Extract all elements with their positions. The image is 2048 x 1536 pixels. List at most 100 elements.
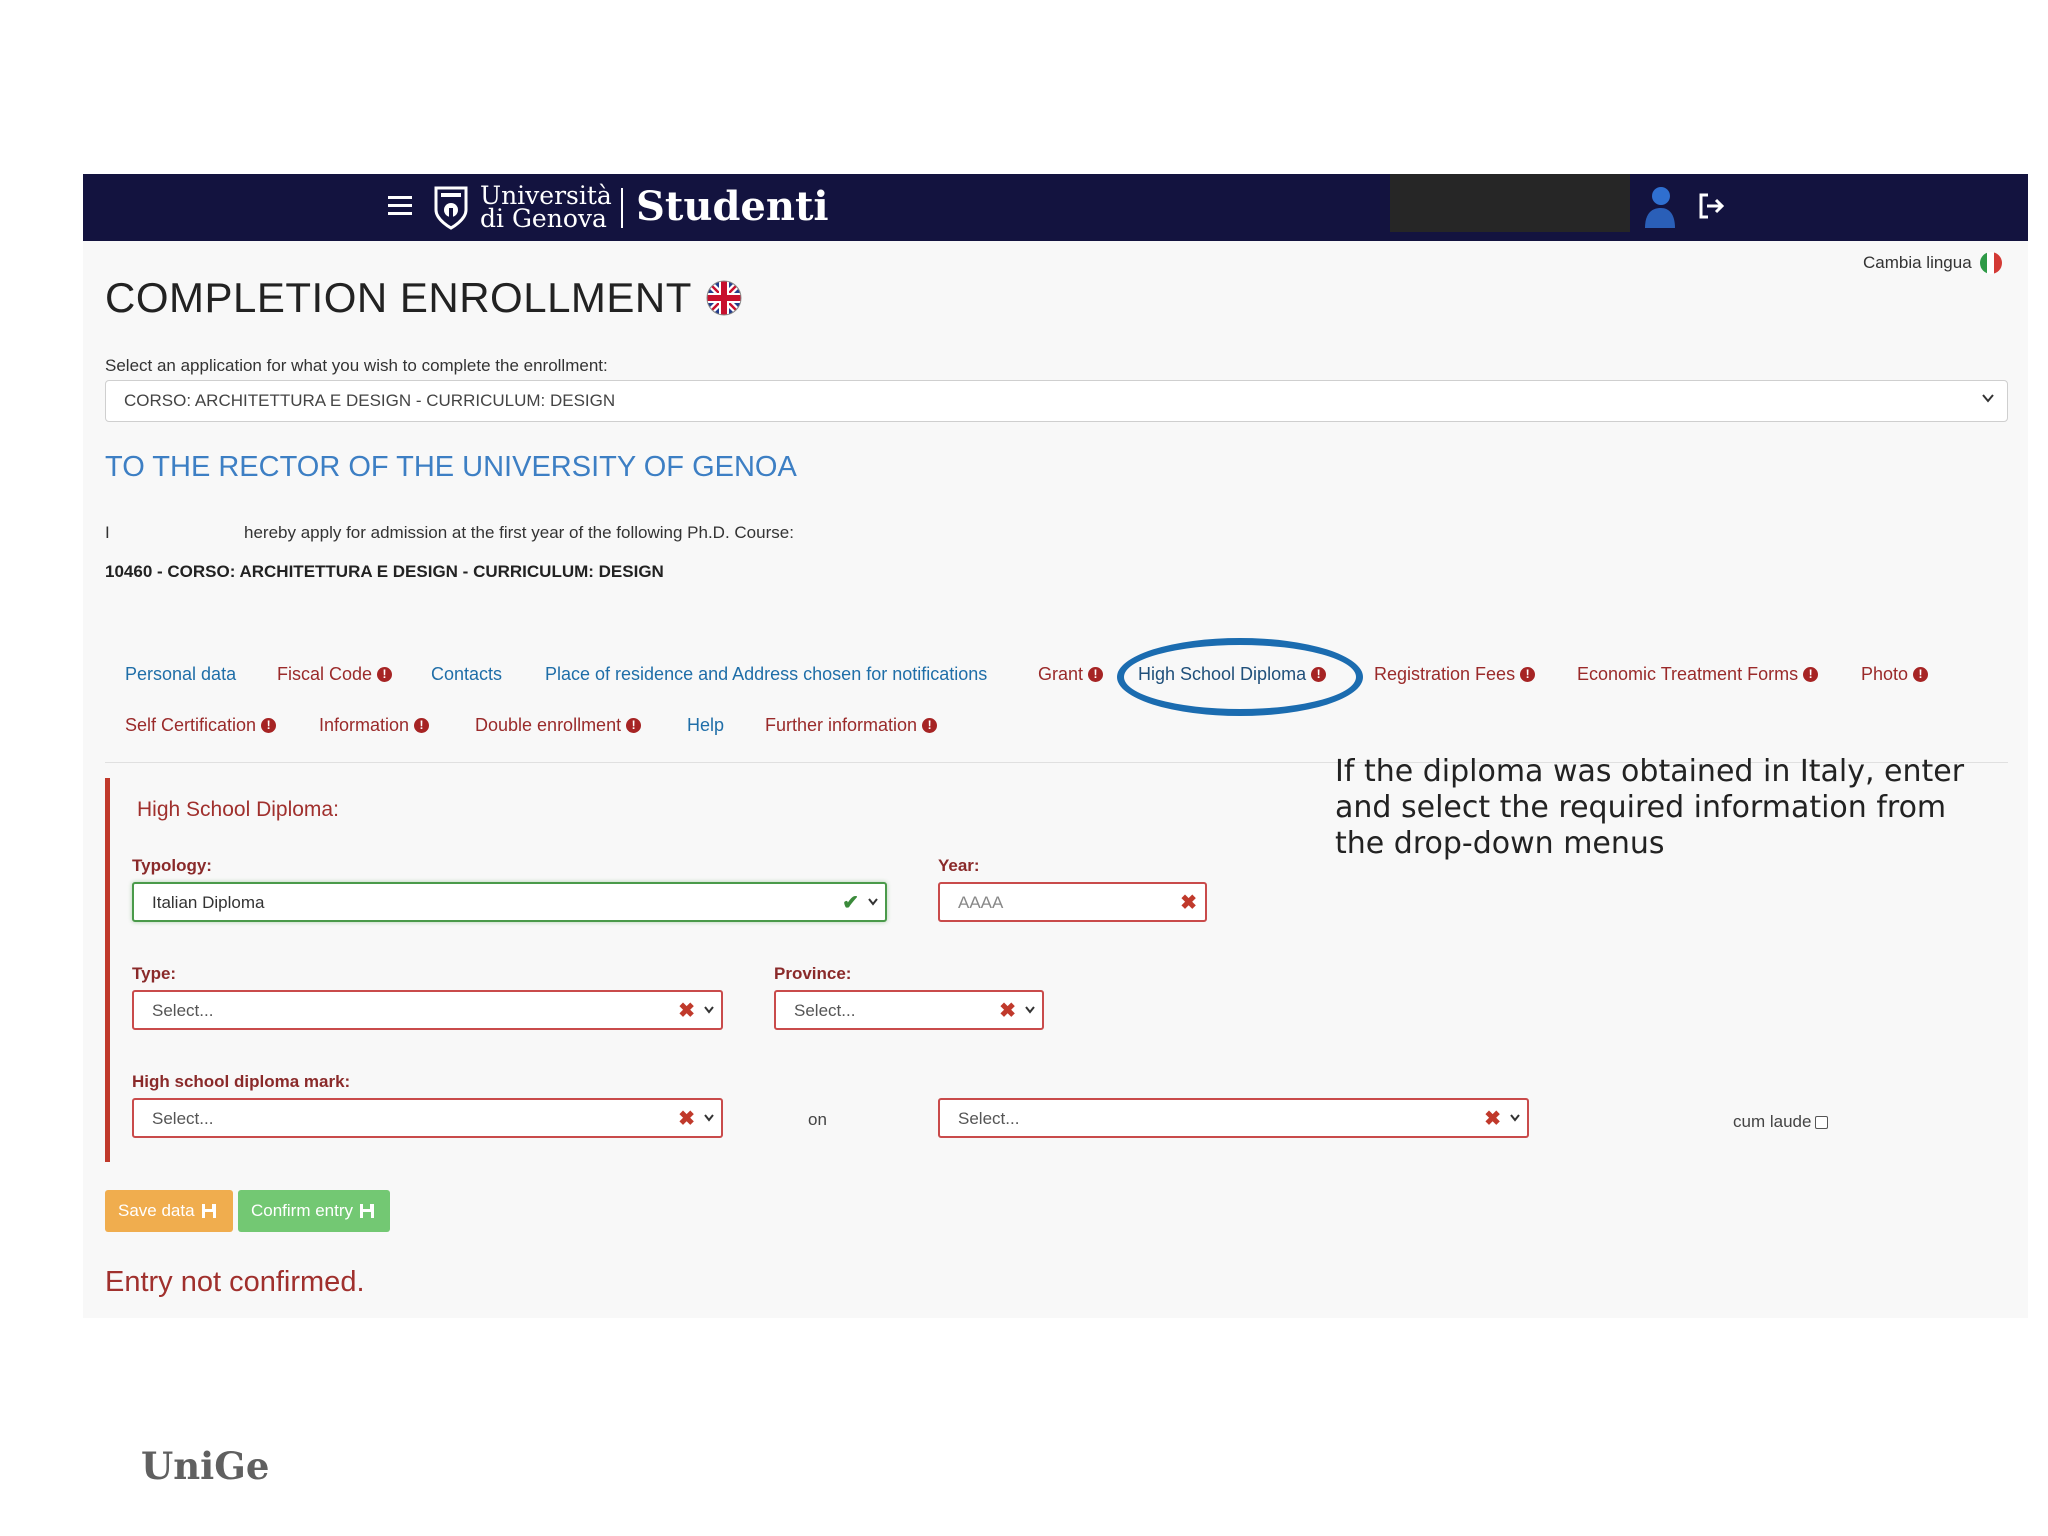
user-avatar-icon[interactable] (1639, 182, 1679, 230)
entry-status-message: Entry not confirmed. (105, 1266, 365, 1298)
tab-label: Information (319, 715, 410, 735)
top-navbar: Università di Genova Studenti (83, 174, 2028, 241)
mark-base-select[interactable]: Select... ✖ (938, 1098, 1529, 1138)
warning-icon: ! (922, 718, 938, 733)
tab-label: Double enrollment (475, 715, 622, 735)
tab-information[interactable]: Information! (319, 715, 430, 736)
cum-laude-checkbox[interactable] (1815, 1115, 1829, 1129)
page-title-text: COMPLETION ENROLLMENT (105, 274, 692, 321)
tab-place-of-residence[interactable]: Place of residence and Address chosen fo… (545, 664, 987, 685)
tab-contacts[interactable]: Contacts (431, 664, 502, 685)
apply-prefix: I (105, 523, 110, 542)
tab-label: Grant (1038, 664, 1084, 684)
tab-label: Self Certification (125, 715, 257, 735)
error-x-icon: ✖ (1180, 892, 1197, 914)
rector-heading: TO THE RECTOR OF THE UNIVERSITY OF GENOA (105, 451, 797, 483)
type-label: Type: (132, 964, 177, 983)
confirm-entry-label: Confirm entry (251, 1201, 354, 1220)
check-icon: ✔ (842, 892, 859, 914)
tab-double-enrollment[interactable]: Double enrollment! (475, 715, 642, 736)
annotation-highlight-circle (1117, 638, 1363, 716)
warning-icon: ! (261, 718, 277, 733)
mark-base-value: Select... (958, 1109, 1020, 1128)
cum-laude-option: cum laude (1733, 1112, 1829, 1132)
province-select[interactable]: Select... ✖ (774, 990, 1044, 1030)
tab-registration-fees[interactable]: Registration Fees! (1374, 664, 1536, 685)
tab-grant[interactable]: Grant! (1038, 664, 1104, 685)
brand-divider (621, 188, 623, 228)
chevron-down-icon (1510, 1114, 1520, 1122)
floppy-disk-icon (201, 1204, 216, 1218)
chevron-down-icon (868, 898, 878, 906)
application-select-label: Select an application for what you wish … (105, 356, 608, 375)
application-select-value: CORSO: ARCHITETTURA E DESIGN - CURRICULU… (124, 391, 616, 410)
warning-icon: ! (1913, 667, 1929, 682)
tab-self-certification[interactable]: Self Certification! (125, 715, 277, 736)
tab-label: Photo (1861, 664, 1909, 684)
italian-flag-icon (1979, 252, 2002, 274)
chevron-down-icon (1982, 394, 1994, 403)
university-logo-text: Università di Genova (480, 183, 612, 233)
warning-icon: ! (1520, 667, 1536, 682)
warning-icon: ! (1088, 667, 1104, 682)
tab-label: Economic Treatment Forms (1577, 664, 1799, 684)
course-code-line: 10460 - CORSO: ARCHITETTURA E DESIGN - C… (105, 562, 664, 581)
province-value: Select... (794, 1001, 856, 1020)
year-input[interactable]: AAAA ✖ (938, 882, 1207, 922)
application-select[interactable]: CORSO: ARCHITETTURA E DESIGN - CURRICULU… (105, 380, 2008, 422)
tab-personal-data[interactable]: Personal data (125, 664, 236, 685)
warning-icon: ! (626, 718, 642, 733)
annotation-callout: If the diploma was obtained in Italy, en… (1335, 754, 1965, 861)
error-x-icon: ✖ (678, 1000, 695, 1022)
diploma-mark-label: High school diploma mark: (132, 1072, 351, 1091)
brand-line-2: di Genova (480, 204, 607, 233)
year-placeholder: AAAA (958, 893, 1004, 912)
page-title: COMPLETION ENROLLMENT (105, 274, 742, 322)
menu-icon[interactable] (388, 196, 412, 218)
tab-label: Place of residence and Address chosen fo… (545, 664, 988, 684)
on-label: on (808, 1110, 827, 1129)
unige-footer-logo: UniGe (141, 1444, 270, 1488)
error-x-icon: ✖ (1484, 1108, 1501, 1130)
type-value: Select... (152, 1001, 214, 1020)
apply-statement: hereby apply for admission at the first … (244, 523, 794, 542)
floppy-disk-icon (360, 1204, 375, 1218)
chevron-down-icon (1025, 1006, 1035, 1014)
app-name: Studenti (636, 183, 829, 230)
chevron-down-icon (704, 1006, 714, 1014)
save-data-button[interactable]: Save data (105, 1190, 233, 1232)
warning-icon: ! (1803, 667, 1819, 682)
save-data-label: Save data (118, 1201, 195, 1220)
type-select[interactable]: Select... ✖ (132, 990, 723, 1030)
cum-laude-label: cum laude (1733, 1112, 1812, 1131)
typology-select[interactable]: Italian Diploma ✔ (132, 882, 887, 922)
chevron-down-icon (704, 1114, 714, 1122)
typology-value: Italian Diploma (152, 893, 265, 912)
warning-icon: ! (414, 718, 430, 733)
tab-help[interactable]: Help (687, 715, 724, 736)
tab-further-information[interactable]: Further information! (765, 715, 938, 736)
tab-label: Help (687, 715, 725, 735)
province-label: Province: (774, 964, 852, 983)
tab-label: Personal data (125, 664, 237, 684)
uk-flag-icon[interactable] (706, 280, 742, 316)
app-window: Università di Genova Studenti Cambia lin… (83, 174, 2028, 1318)
error-x-icon: ✖ (678, 1108, 695, 1130)
tab-economic-treatment-forms[interactable]: Economic Treatment Forms! (1577, 664, 1819, 685)
error-x-icon: ✖ (999, 1000, 1016, 1022)
change-language-label: Cambia lingua (1863, 253, 1972, 272)
confirm-entry-button[interactable]: Confirm entry (238, 1190, 390, 1232)
logout-icon[interactable] (1696, 191, 1726, 221)
change-language-link[interactable]: Cambia lingua (1863, 252, 2002, 274)
tab-label: Fiscal Code (277, 664, 373, 684)
diploma-mark-select[interactable]: Select... ✖ (132, 1098, 723, 1138)
tab-label: Registration Fees (1374, 664, 1516, 684)
tab-label: Further information (765, 715, 918, 735)
tab-photo[interactable]: Photo! (1861, 664, 1929, 685)
tab-label: Contacts (431, 664, 503, 684)
warning-icon: ! (377, 667, 393, 682)
typology-label: Typology: (132, 856, 212, 875)
redacted-username (1390, 174, 1630, 232)
year-label: Year: (938, 856, 980, 875)
tab-fiscal-code[interactable]: Fiscal Code! (277, 664, 393, 685)
